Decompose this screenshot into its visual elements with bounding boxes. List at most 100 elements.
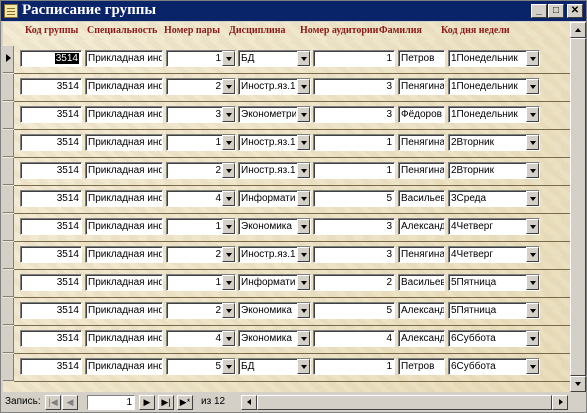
chevron-down-icon[interactable]	[526, 275, 539, 290]
chevron-down-icon[interactable]	[526, 331, 539, 346]
record-selector[interactable]	[3, 326, 14, 353]
room-number-field[interactable]: 4	[313, 330, 395, 347]
group-code-field[interactable]: 3514	[20, 302, 82, 319]
pair-number-combo[interactable]: 1	[166, 274, 236, 291]
room-number-field[interactable]: 2	[313, 274, 395, 291]
close-button[interactable]: ✕	[567, 4, 583, 18]
day-code-combo[interactable]: 5Пятница	[448, 274, 540, 291]
room-number-field[interactable]: 1	[313, 358, 395, 375]
group-code-field[interactable]: 3514	[20, 218, 82, 235]
chevron-down-icon[interactable]	[297, 359, 310, 374]
record-selector[interactable]	[3, 186, 14, 213]
discipline-combo[interactable]: БД	[238, 358, 311, 375]
room-number-field[interactable]: 5	[313, 302, 395, 319]
specialty-field[interactable]: Прикладная инфо	[85, 302, 163, 319]
record-selector[interactable]	[3, 214, 14, 241]
record-selector[interactable]	[3, 242, 14, 269]
day-code-combo[interactable]: 3Среда	[448, 190, 540, 207]
specialty-field[interactable]: Прикладная инфо	[85, 274, 163, 291]
pair-number-combo[interactable]: 3	[166, 106, 236, 123]
pair-number-combo[interactable]: 5	[166, 358, 236, 375]
chevron-down-icon[interactable]	[222, 191, 235, 206]
scroll-left-icon[interactable]	[241, 395, 257, 410]
scroll-thumb[interactable]	[570, 38, 586, 376]
horizontal-scrollbar[interactable]	[241, 395, 568, 410]
specialty-field[interactable]: Прикладная инфо	[85, 106, 163, 123]
group-code-field[interactable]: 3514	[20, 162, 82, 179]
vertical-scrollbar[interactable]	[570, 22, 586, 392]
group-code-field[interactable]: 3514	[20, 246, 82, 263]
pair-number-combo[interactable]: 4	[166, 330, 236, 347]
day-code-combo[interactable]: 4Четверг	[448, 246, 540, 263]
group-code-field[interactable]: 3514	[20, 358, 82, 375]
chevron-down-icon[interactable]	[297, 303, 310, 318]
day-code-combo[interactable]: 1Понедельник	[448, 106, 540, 123]
room-number-field[interactable]: 1	[313, 134, 395, 151]
scroll-right-icon[interactable]	[552, 395, 568, 410]
chevron-down-icon[interactable]	[297, 331, 310, 346]
discipline-combo[interactable]: Информатика	[238, 274, 311, 291]
record-number-input[interactable]: 1	[87, 395, 135, 410]
pair-number-combo[interactable]: 4	[166, 190, 236, 207]
record-selector[interactable]	[3, 158, 14, 185]
specialty-field[interactable]: Прикладная инфо	[85, 218, 163, 235]
record-selector[interactable]	[3, 130, 14, 157]
room-number-field[interactable]: 1	[313, 162, 395, 179]
surname-field[interactable]: Васильев	[398, 190, 445, 207]
chevron-down-icon[interactable]	[526, 219, 539, 234]
chevron-down-icon[interactable]	[297, 247, 310, 262]
chevron-down-icon[interactable]	[297, 275, 310, 290]
last-record-button[interactable]: ▶|	[158, 395, 174, 410]
day-code-combo[interactable]: 1Понедельник	[448, 78, 540, 95]
room-number-field[interactable]: 3	[313, 218, 395, 235]
pair-number-combo[interactable]: 2	[166, 162, 236, 179]
hscroll-thumb[interactable]	[257, 395, 552, 410]
surname-field[interactable]: Пенягина	[398, 162, 445, 179]
record-selector[interactable]	[3, 270, 14, 297]
discipline-combo[interactable]: Экономика	[238, 330, 311, 347]
scroll-down-icon[interactable]	[570, 376, 586, 392]
day-code-combo[interactable]: 2Вторник	[448, 162, 540, 179]
surname-field[interactable]: Пенягина	[398, 246, 445, 263]
new-record-button[interactable]: ▶*	[177, 395, 193, 410]
surname-field[interactable]: Фёдоров	[398, 106, 445, 123]
chevron-down-icon[interactable]	[297, 135, 310, 150]
room-number-field[interactable]: 5	[313, 190, 395, 207]
chevron-down-icon[interactable]	[222, 247, 235, 262]
chevron-down-icon[interactable]	[526, 163, 539, 178]
current-record-indicator-icon[interactable]	[3, 46, 14, 73]
specialty-field[interactable]: Прикладная инфо	[85, 190, 163, 207]
discipline-combo[interactable]: Иностр.яз.1	[238, 78, 311, 95]
chevron-down-icon[interactable]	[297, 163, 310, 178]
surname-field[interactable]: Петров	[398, 50, 445, 67]
surname-field[interactable]: Александр	[398, 218, 445, 235]
pair-number-combo[interactable]: 1	[166, 50, 236, 67]
group-code-field[interactable]: 3514	[20, 134, 82, 151]
chevron-down-icon[interactable]	[222, 303, 235, 318]
room-number-field[interactable]: 3	[313, 106, 395, 123]
chevron-down-icon[interactable]	[222, 107, 235, 122]
discipline-combo[interactable]: Экономика	[238, 218, 311, 235]
chevron-down-icon[interactable]	[222, 359, 235, 374]
chevron-down-icon[interactable]	[222, 51, 235, 66]
day-code-combo[interactable]: 1Понедельник	[448, 50, 540, 67]
chevron-down-icon[interactable]	[222, 219, 235, 234]
prev-record-button[interactable]: ◀	[62, 395, 78, 410]
chevron-down-icon[interactable]	[297, 219, 310, 234]
discipline-combo[interactable]: Эконометрик	[238, 106, 311, 123]
chevron-down-icon[interactable]	[526, 303, 539, 318]
minimize-button[interactable]: _	[531, 4, 547, 18]
group-code-field[interactable]: 3514	[20, 78, 82, 95]
specialty-field[interactable]: Прикладная инфо	[85, 134, 163, 151]
chevron-down-icon[interactable]	[297, 191, 310, 206]
group-code-field[interactable]: 3514	[20, 106, 82, 123]
chevron-down-icon[interactable]	[222, 331, 235, 346]
discipline-combo[interactable]: БД	[238, 50, 311, 67]
discipline-combo[interactable]: Информатика	[238, 190, 311, 207]
surname-field[interactable]: Пенягина	[398, 134, 445, 151]
specialty-field[interactable]: Прикладная инфо	[85, 78, 163, 95]
pair-number-combo[interactable]: 2	[166, 78, 236, 95]
surname-field[interactable]: Васильев	[398, 274, 445, 291]
pair-number-combo[interactable]: 1	[166, 134, 236, 151]
title-bar[interactable]: Расписание группы _ □ ✕	[1, 1, 586, 21]
